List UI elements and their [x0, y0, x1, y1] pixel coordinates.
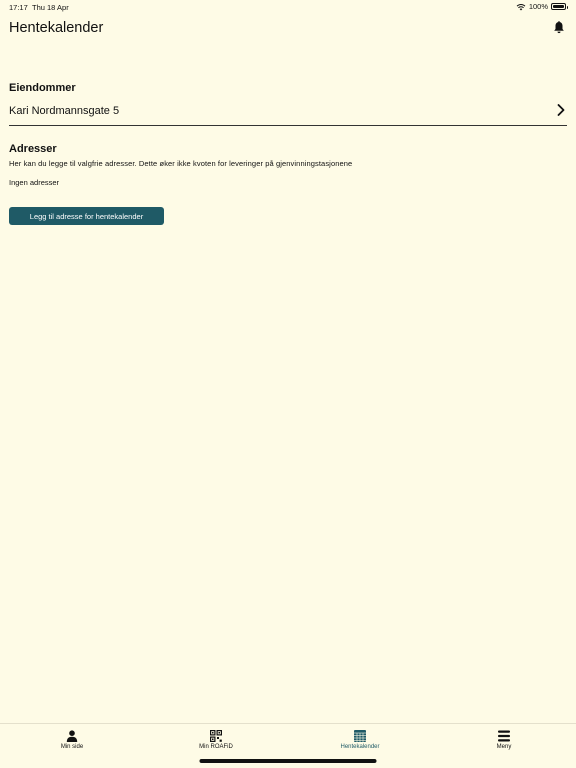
property-label: Kari Nordmannsgate 5: [9, 105, 120, 117]
status-date: Thu 18 Apr: [32, 3, 69, 12]
empty-addresses-text: Ingen adresser: [9, 178, 60, 187]
property-row[interactable]: Kari Nordmannsgate 5: [9, 100, 567, 126]
add-address-button[interactable]: Legg til adresse for hentekalender: [9, 207, 164, 225]
battery-icon: [551, 3, 568, 10]
person-icon: [66, 730, 78, 742]
qr-code-icon: [210, 730, 222, 742]
tab-label: Min side: [60, 744, 84, 750]
status-bar: 17:17 Thu 18 Apr 100%: [0, 0, 576, 14]
status-indicators: 100%: [516, 2, 568, 11]
home-indicator[interactable]: [199, 759, 377, 763]
addresses-heading: Adresser: [9, 143, 57, 155]
tab-bar: Min side Min ROAFiD Hentekalender Meny: [0, 723, 576, 768]
tab-label: Meny: [496, 744, 512, 750]
tab-min-side[interactable]: Min side: [0, 730, 144, 750]
chevron-right-icon: [557, 104, 565, 116]
tab-hentekalender[interactable]: Hentekalender: [288, 730, 432, 750]
properties-heading: Eiendommer: [9, 82, 76, 94]
tab-min-roafid[interactable]: Min ROAFiD: [144, 730, 288, 750]
tab-meny[interactable]: Meny: [432, 730, 576, 750]
status-time: 17:17: [9, 3, 28, 12]
menu-icon: [498, 730, 510, 742]
tab-label: Min ROAFiD: [199, 744, 233, 750]
wifi-icon: [516, 3, 526, 10]
page-title: Hentekalender: [9, 20, 104, 36]
tab-label: Hentekalender: [340, 744, 380, 750]
calendar-grid-icon: [354, 730, 366, 742]
battery-percent: 100%: [528, 2, 548, 11]
addresses-description: Her kan du legge til valgfrie adresser. …: [9, 159, 353, 168]
bell-icon[interactable]: [553, 21, 565, 34]
